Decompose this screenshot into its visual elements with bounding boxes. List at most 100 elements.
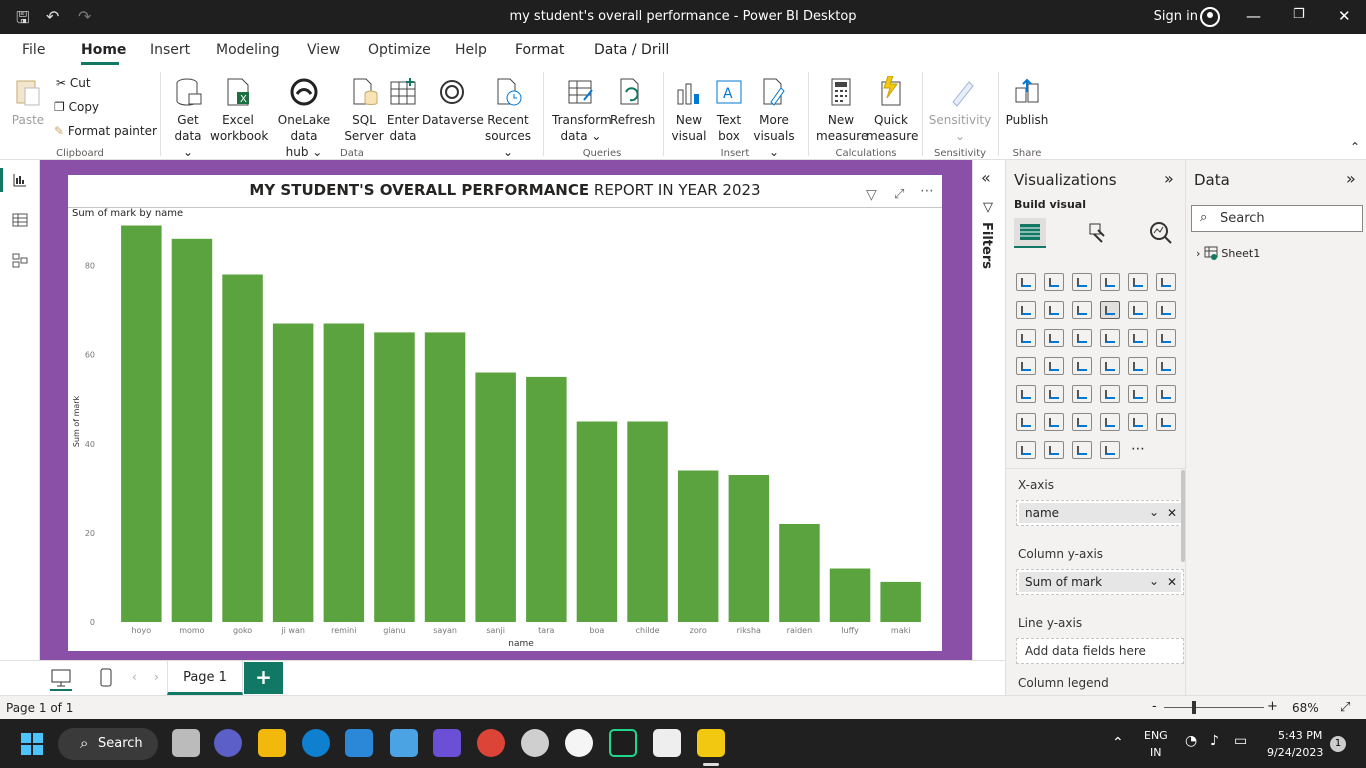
expand-filters-icon[interactable]: « [981, 168, 991, 187]
bar-sanji[interactable] [475, 372, 516, 623]
clustered-bar-visual-icon[interactable] [1072, 273, 1092, 291]
sign-in-link[interactable]: Sign in [1154, 9, 1198, 24]
collapse-ribbon-icon[interactable]: ⌃ [1350, 140, 1360, 154]
qa-visual-icon[interactable] [1072, 413, 1092, 431]
line-clustered-visual-icon[interactable] [1128, 301, 1148, 319]
minimize-icon[interactable]: — [1246, 7, 1261, 25]
prev-page-icon[interactable]: ‹ [132, 670, 137, 684]
bar-raiden[interactable] [779, 524, 820, 622]
tab-modeling[interactable]: Modeling [216, 42, 280, 58]
ribbon-visual-icon[interactable] [1156, 301, 1176, 319]
close-icon[interactable]: ✕ [1338, 7, 1351, 25]
quick-measure-button[interactable]: Quick measure [866, 76, 918, 144]
next-page-icon[interactable]: › [154, 670, 159, 684]
power-automate-icon[interactable] [433, 729, 461, 757]
bar-luffy[interactable] [829, 568, 871, 623]
filled-map-visual-icon[interactable] [1044, 357, 1064, 375]
volume-icon[interactable]: ♪ [1210, 733, 1219, 749]
clustered-column-visual-icon[interactable] [1100, 273, 1120, 291]
power-automate-visual-icon[interactable] [1044, 441, 1064, 459]
bar-remini[interactable] [323, 323, 365, 623]
filters-pane-collapsed[interactable]: « ▽ Filters [972, 160, 1004, 660]
clock-date[interactable]: 9/24/2023 [1267, 746, 1323, 759]
stacked-bar-visual-icon[interactable] [1016, 273, 1036, 291]
tab-data-drill[interactable]: Data / Drill [594, 42, 669, 58]
recent-sources-button[interactable]: Recent sources ⌄ [484, 76, 532, 160]
task-view-icon[interactable] [172, 729, 200, 757]
tab-optimize[interactable]: Optimize [368, 42, 431, 58]
tab-file[interactable]: File [22, 42, 45, 58]
card-visual-icon[interactable] [1128, 357, 1148, 375]
map-visual-icon[interactable] [1016, 357, 1036, 375]
column-chart-visual[interactable]: MY STUDENT'S OVERALL PERFORMANCE REPORT … [68, 175, 942, 651]
bar-sayan[interactable] [424, 332, 466, 622]
paginated-visual-icon[interactable] [1156, 413, 1176, 431]
new-measure-button[interactable]: New measure [816, 76, 868, 144]
office-app-icon[interactable] [653, 729, 681, 757]
scatter-visual-icon[interactable] [1072, 329, 1092, 347]
enter-data-button[interactable]: Enter data [384, 76, 422, 144]
refresh-button[interactable]: Refresh [610, 76, 655, 128]
cut-button[interactable]: ✂ Cut [56, 76, 91, 90]
treemap-visual-icon[interactable] [1156, 329, 1176, 347]
line-column-visual-icon[interactable] [1100, 301, 1120, 319]
bar-ji-wan[interactable] [272, 323, 314, 623]
remove-field-icon[interactable]: ✕ [1167, 506, 1177, 520]
tab-home[interactable]: Home [81, 42, 126, 58]
line-visual-icon[interactable] [1016, 301, 1036, 319]
mobile-layout-icon[interactable] [98, 667, 114, 689]
search-box[interactable]: ⌕ Search [1191, 205, 1363, 232]
restore-icon[interactable]: ❐ [1293, 7, 1305, 22]
matrix-visual-icon[interactable] [1100, 385, 1120, 403]
sensitivity-button[interactable]: Sensitivity ⌄ [928, 76, 992, 144]
table-view-icon[interactable] [12, 212, 28, 228]
arcgis-visual-icon[interactable] [1100, 441, 1120, 459]
excel-workbook-button[interactable]: X Excel workbook [210, 76, 268, 144]
bar-momo[interactable] [171, 238, 213, 623]
column-y-field-pill[interactable]: Sum of mark ⌄ ✕ [1019, 572, 1181, 592]
power-apps-visual-icon[interactable] [1016, 441, 1036, 459]
decomposition-tree-visual-icon[interactable] [1044, 413, 1064, 431]
zoom-level[interactable]: 68% [1292, 701, 1319, 715]
clock-time[interactable]: 5:43 PM [1278, 729, 1322, 742]
dataverse-button[interactable]: Dataverse [422, 76, 484, 128]
fit-to-page-icon[interactable]: ⤢ [1340, 700, 1350, 715]
zoom-in-button[interactable]: + [1267, 699, 1278, 714]
tab-help[interactable]: Help [455, 42, 487, 58]
user-icon[interactable] [1200, 7, 1220, 27]
format-visual-icon[interactable] [1084, 220, 1108, 246]
control-panel-icon[interactable] [390, 729, 418, 757]
bar-boa[interactable] [576, 421, 618, 623]
tab-view[interactable]: View [307, 42, 340, 58]
build-visual-tab[interactable] [1014, 218, 1046, 248]
collapse-viz-icon[interactable]: » [1164, 169, 1174, 188]
funnel-visual-icon[interactable] [1044, 329, 1064, 347]
x-axis-field-pill[interactable]: name ⌄ ✕ [1019, 503, 1181, 523]
bar-hoyo[interactable] [121, 225, 162, 623]
key-influencers-visual-icon[interactable] [1016, 413, 1036, 431]
collapse-data-icon[interactable]: » [1346, 169, 1356, 188]
bar-zoro[interactable] [677, 470, 719, 623]
get-data-button[interactable]: Get data ⌄ [168, 76, 208, 160]
desktop-layout-icon[interactable] [50, 667, 72, 689]
copy-button[interactable]: ❐ Copy [54, 100, 99, 114]
tab-format[interactable]: Format [515, 42, 564, 58]
stacked-area-visual-icon[interactable] [1072, 301, 1092, 319]
bar-childe[interactable] [627, 421, 668, 623]
text-box-button[interactable]: A Text box [710, 76, 748, 144]
goals-visual-icon[interactable] [1128, 413, 1148, 431]
remove-field-icon[interactable]: ✕ [1167, 575, 1177, 589]
100-column-visual-icon[interactable] [1156, 273, 1176, 291]
publish-button[interactable]: Publish [1004, 76, 1050, 128]
azure-map-visual-icon[interactable] [1072, 357, 1092, 375]
chrome-icon[interactable] [477, 729, 505, 757]
file-explorer-icon[interactable] [258, 729, 286, 757]
stacked-column-visual-icon[interactable] [1044, 273, 1064, 291]
waterfall-visual-icon[interactable] [1016, 329, 1036, 347]
transform-data-button[interactable]: Transform data ⌄ [552, 76, 612, 144]
sql-server-button[interactable]: SQL Server [344, 76, 384, 144]
add-page-button[interactable]: + [244, 662, 283, 694]
windows-start-icon[interactable] [20, 732, 44, 756]
donut-visual-icon[interactable] [1128, 329, 1148, 347]
bar-maki[interactable] [880, 581, 921, 622]
